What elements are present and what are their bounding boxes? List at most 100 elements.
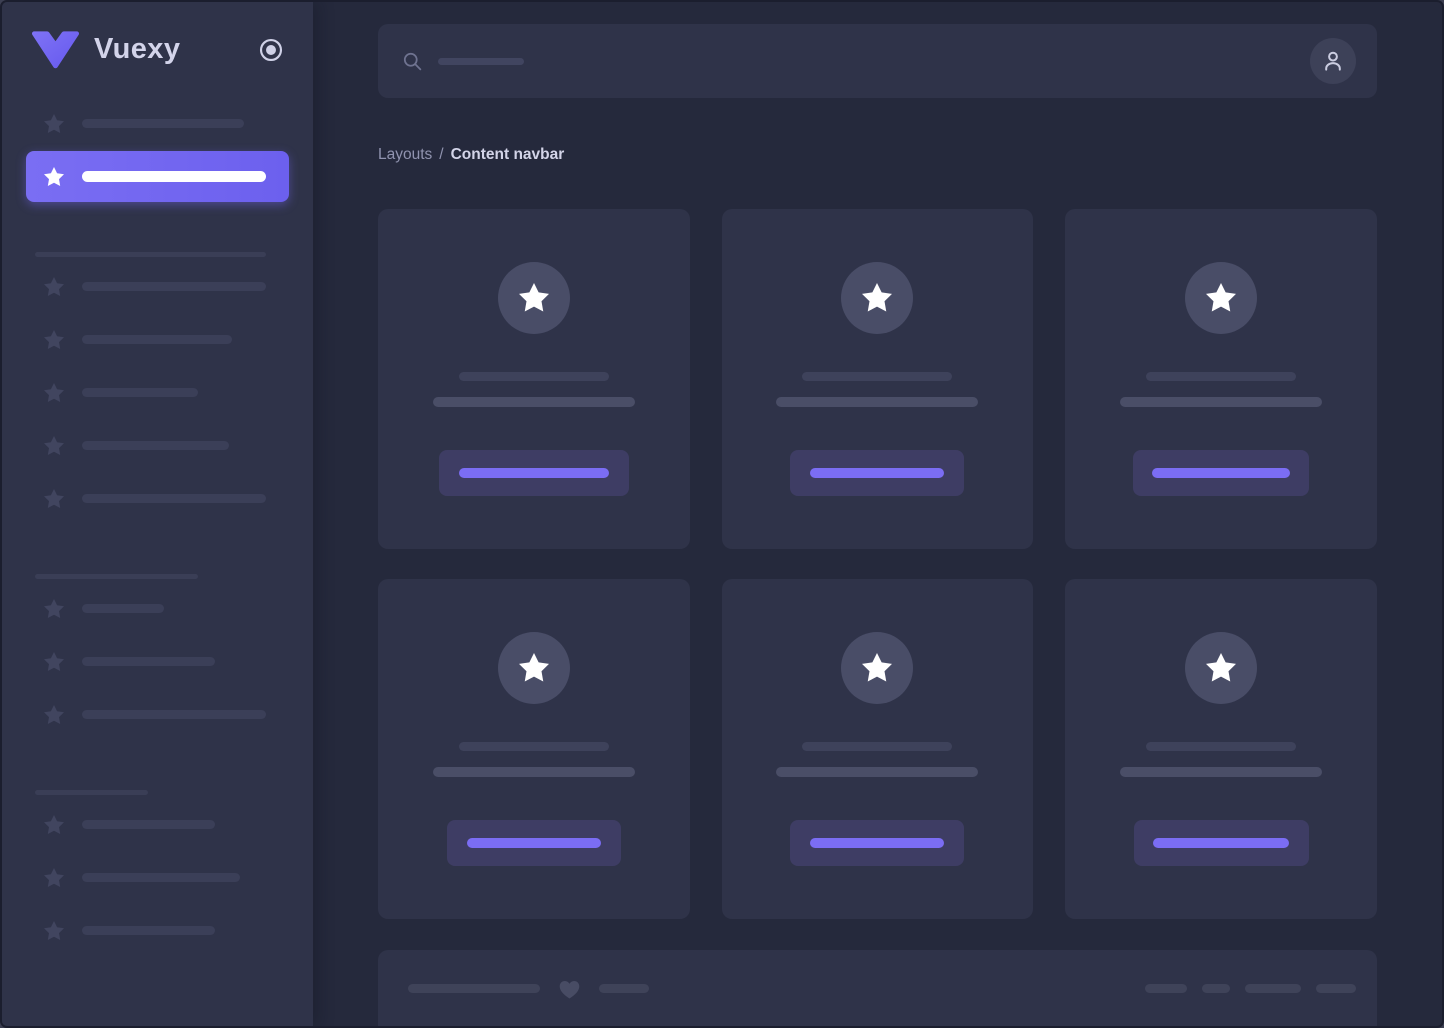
menu-item-label-placeholder: [82, 119, 244, 128]
card-button[interactable]: [1134, 820, 1309, 866]
demo-card: [722, 579, 1034, 919]
card-title-placeholder: [459, 742, 609, 751]
card-subtitle-placeholder: [433, 397, 635, 407]
card-button[interactable]: [790, 820, 964, 866]
menu-item-label-placeholder: [82, 604, 164, 613]
sidebar-menu-item[interactable]: [2, 472, 313, 525]
star-icon: [42, 275, 66, 299]
star-icon: [42, 434, 66, 458]
card-subtitle-placeholder: [1120, 397, 1322, 407]
demo-card: [1065, 209, 1377, 549]
breadcrumb-parent-link[interactable]: Layouts: [378, 146, 432, 164]
footer-link-placeholder: [1202, 984, 1230, 993]
search-bar[interactable]: [402, 51, 1310, 72]
menu-item-label-placeholder: [82, 388, 198, 397]
demo-card: [378, 209, 690, 549]
star-icon: [42, 165, 66, 189]
main-content: Layouts / Content navbar: [313, 2, 1442, 1026]
star-icon: [42, 919, 66, 943]
vuexy-logo-icon: [32, 31, 79, 69]
heart-icon: [557, 976, 582, 1001]
breadcrumb: Layouts / Content navbar: [378, 143, 1377, 167]
brand: Vuexy: [2, 2, 313, 97]
card-title-placeholder: [1146, 742, 1296, 751]
sidebar-menu-item[interactable]: [2, 851, 313, 904]
sidebar-menu-item[interactable]: [2, 635, 313, 688]
footer-links: [1145, 984, 1356, 993]
footer-link-placeholder: [1145, 984, 1187, 993]
sidebar-menu-item[interactable]: [2, 688, 313, 741]
demo-card: [378, 579, 690, 919]
star-icon: [1203, 650, 1239, 686]
sidebar-menu-item[interactable]: [2, 366, 313, 419]
footer-link-placeholder: [1316, 984, 1356, 993]
card-button-label-placeholder: [1152, 468, 1290, 478]
menu-item-label-placeholder: [82, 710, 266, 719]
active-item-pill: [26, 151, 289, 202]
menu-item-label-placeholder: [82, 820, 215, 829]
card-subtitle-placeholder: [433, 767, 635, 777]
star-icon: [42, 381, 66, 405]
menu-item-label-placeholder: [82, 282, 266, 291]
sidebar-menu-item[interactable]: [2, 313, 313, 366]
app-window: Vuexy: [0, 0, 1444, 1028]
card-button-label-placeholder: [459, 468, 609, 478]
sidebar-menu-item-active[interactable]: [2, 150, 313, 203]
card-button[interactable]: [447, 820, 621, 866]
star-icon: [42, 650, 66, 674]
sidebar-menu: [2, 97, 313, 957]
card-subtitle-placeholder: [1120, 767, 1322, 777]
menu-item-label-placeholder: [82, 926, 215, 935]
sidebar-menu-item[interactable]: [2, 97, 313, 150]
menu-item-label-placeholder: [82, 335, 232, 344]
card-button-label-placeholder: [467, 838, 601, 848]
star-icon: [42, 328, 66, 352]
star-icon: [42, 866, 66, 890]
card-button[interactable]: [1133, 450, 1309, 496]
top-navbar: [378, 24, 1377, 98]
sidebar-menu-item[interactable]: [2, 582, 313, 635]
demo-card: [722, 209, 1034, 549]
star-icon: [42, 703, 66, 727]
record-circle-icon[interactable]: [258, 37, 284, 63]
footer-link-placeholder: [1245, 984, 1301, 993]
star-icon: [42, 112, 66, 136]
menu-item-label-placeholder: [82, 441, 229, 450]
sidebar-menu-item[interactable]: [2, 904, 313, 957]
user-avatar-button[interactable]: [1310, 38, 1356, 84]
star-icon: [42, 813, 66, 837]
breadcrumb-separator: /: [439, 146, 443, 164]
card-button[interactable]: [790, 450, 964, 496]
breadcrumb-current: Content navbar: [451, 146, 565, 164]
sidebar-menu-item[interactable]: [2, 798, 313, 851]
card-button[interactable]: [439, 450, 629, 496]
card-subtitle-placeholder: [776, 397, 978, 407]
star-icon: [42, 597, 66, 621]
demo-card: [1065, 579, 1377, 919]
card-star-badge: [498, 262, 570, 334]
search-icon: [402, 51, 423, 72]
card-button-label-placeholder: [810, 468, 944, 478]
cards-grid: [378, 209, 1377, 919]
card-star-badge: [841, 262, 913, 334]
star-icon: [859, 280, 895, 316]
card-title-placeholder: [1146, 372, 1296, 381]
star-icon: [516, 280, 552, 316]
card-star-badge: [498, 632, 570, 704]
star-icon: [516, 650, 552, 686]
footer: [378, 950, 1377, 1026]
sidebar-menu-item[interactable]: [2, 419, 313, 472]
menu-section-placeholder: [35, 574, 198, 579]
brand-title: Vuexy: [94, 33, 258, 66]
menu-section-placeholder: [35, 790, 148, 795]
star-icon: [1203, 280, 1239, 316]
menu-item-label-placeholder: [82, 171, 266, 182]
card-title-placeholder: [459, 372, 609, 381]
menu-item-label-placeholder: [82, 657, 215, 666]
user-icon: [1321, 49, 1345, 73]
card-button-label-placeholder: [1153, 838, 1289, 848]
menu-item-label-placeholder: [82, 873, 240, 882]
card-title-placeholder: [802, 742, 952, 751]
sidebar-menu-item[interactable]: [2, 260, 313, 313]
menu-item-label-placeholder: [82, 494, 266, 503]
